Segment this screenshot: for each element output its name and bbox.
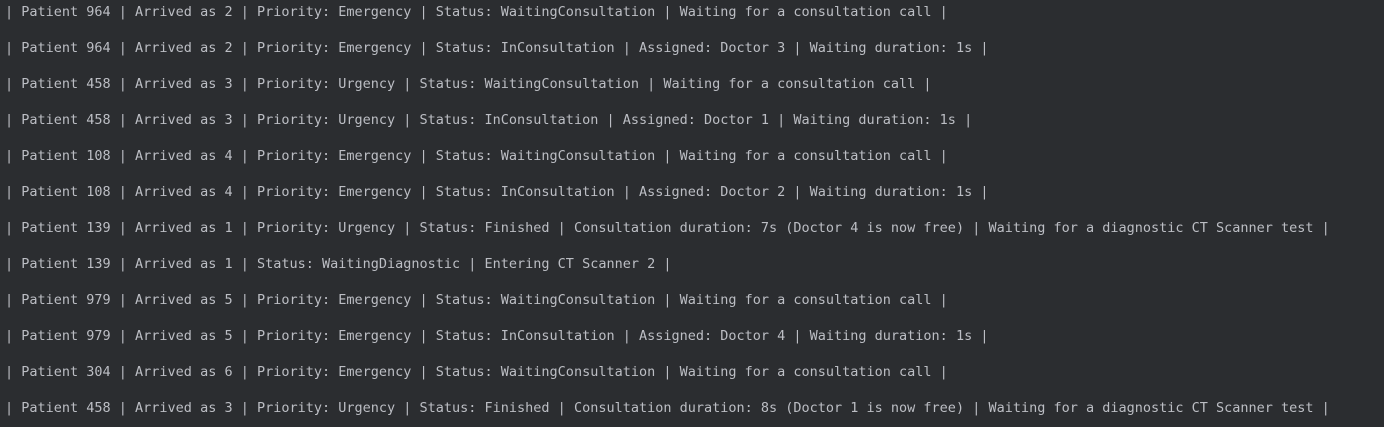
- console-output[interactable]: | Patient 964 | Arrived as 2 | Priority:…: [0, 0, 1384, 427]
- console-line: | Patient 964 | Arrived as 2 | Priority:…: [5, 4, 948, 20]
- console-line: | Patient 108 | Arrived as 4 | Priority:…: [5, 148, 948, 164]
- console-line: | Patient 139 | Arrived as 1 | Priority:…: [5, 220, 1330, 236]
- console-line: | Patient 964 | Arrived as 2 | Priority:…: [5, 40, 989, 56]
- console-line: | Patient 304 | Arrived as 6 | Priority:…: [5, 364, 948, 380]
- console-line: | Patient 458 | Arrived as 3 | Priority:…: [5, 400, 1330, 416]
- console-line: | Patient 458 | Arrived as 3 | Priority:…: [5, 112, 973, 128]
- console-line: | Patient 108 | Arrived as 4 | Priority:…: [5, 184, 989, 200]
- console-line: | Patient 458 | Arrived as 3 | Priority:…: [5, 76, 932, 92]
- console-line: | Patient 979 | Arrived as 5 | Priority:…: [5, 292, 948, 308]
- console-line: | Patient 139 | Arrived as 1 | Status: W…: [5, 256, 672, 272]
- console-line: | Patient 979 | Arrived as 5 | Priority:…: [5, 328, 989, 344]
